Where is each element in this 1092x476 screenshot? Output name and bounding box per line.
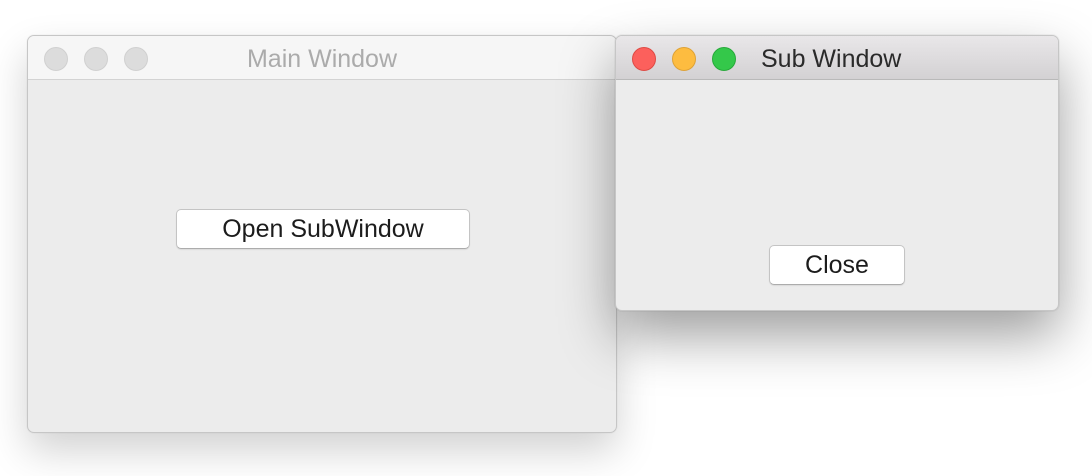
main-window[interactable]: Main Window Open SubWindow [27,35,617,433]
sub-window[interactable]: Sub Window Close [615,35,1059,311]
close-button[interactable]: Close [769,245,905,285]
sub-window-zoom-icon[interactable] [712,47,736,71]
sub-window-close-icon[interactable] [632,47,656,71]
sub-window-minimize-icon[interactable] [672,47,696,71]
main-window-title: Main Window [246,45,398,73]
open-subwindow-button[interactable]: Open SubWindow [176,209,470,249]
main-window-titlebar[interactable]: Main Window [28,36,616,80]
sub-window-title: Sub Window [761,45,902,73]
sub-window-titlebar[interactable]: Sub Window [616,36,1058,80]
